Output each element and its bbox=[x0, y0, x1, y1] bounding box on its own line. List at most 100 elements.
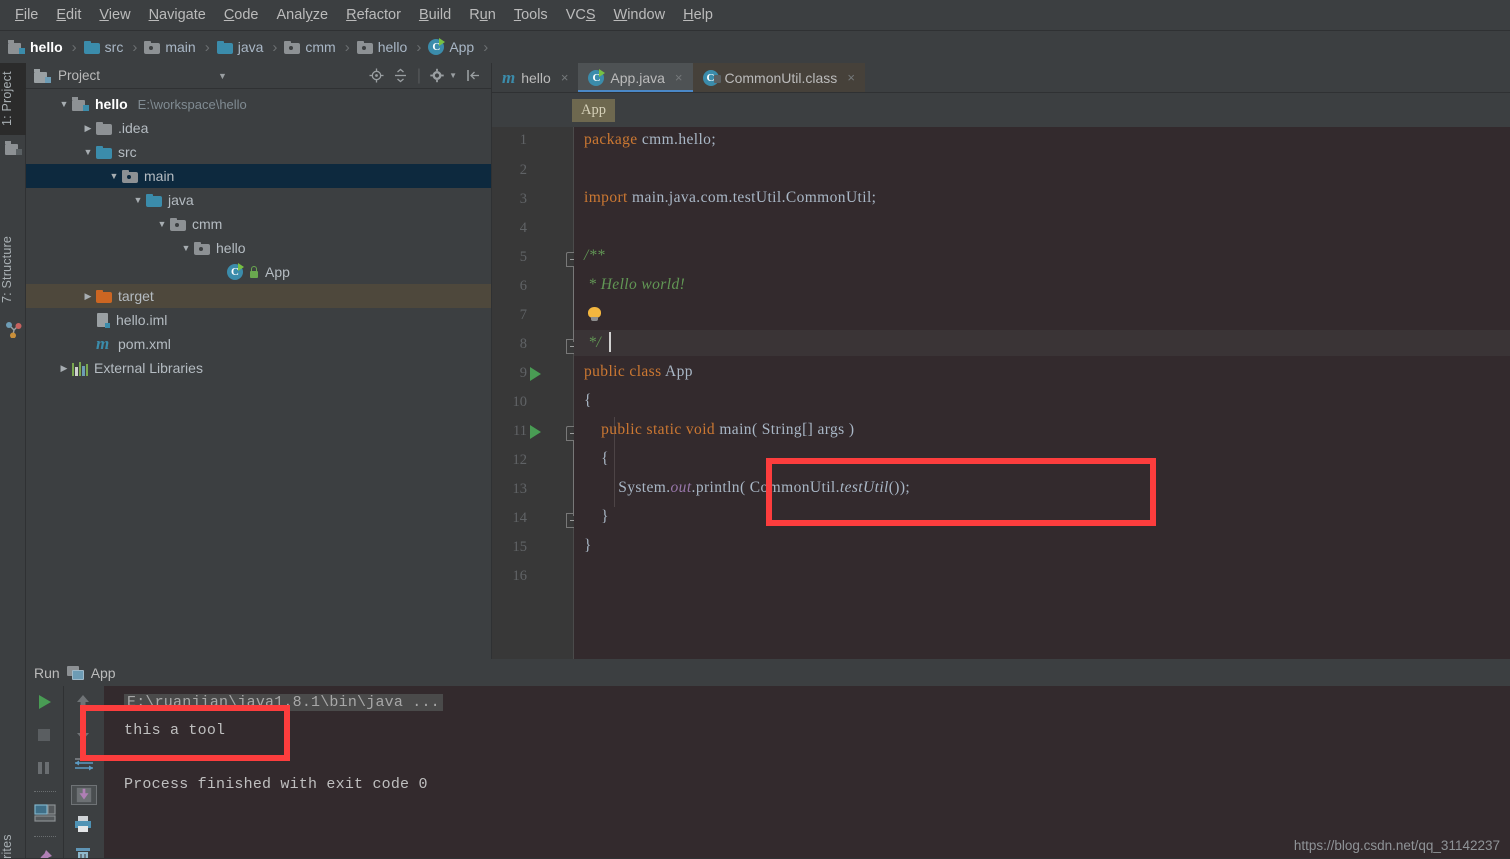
menu-navigate[interactable]: Navigate bbox=[140, 3, 215, 27]
code-editor[interactable]: 1 2 3 4 5 6 7 8 9 10 11 12 13 14 15 16 p… bbox=[492, 127, 1510, 659]
tree-row-java[interactable]: ▼ java bbox=[26, 188, 491, 212]
close-icon[interactable]: × bbox=[675, 70, 683, 85]
layout-icon[interactable] bbox=[33, 803, 56, 825]
scroll-up-icon[interactable] bbox=[73, 692, 95, 714]
settings-gear-icon[interactable] bbox=[430, 68, 445, 83]
breadcrumb-separator: › bbox=[132, 38, 138, 56]
expand-arrow-icon[interactable]: ▼ bbox=[80, 147, 96, 157]
folder-gray-icon bbox=[194, 241, 210, 255]
close-icon[interactable]: × bbox=[561, 70, 569, 85]
tree-item-label: cmm bbox=[192, 216, 223, 232]
print-icon[interactable] bbox=[73, 814, 95, 836]
code-line-9: public class App bbox=[584, 363, 693, 380]
breadcrumb-separator: › bbox=[416, 38, 422, 56]
breadcrumb-item-app[interactable]: C App bbox=[428, 31, 474, 63]
expand-arrow-icon[interactable]: ▶ bbox=[80, 291, 96, 302]
expand-arrow-icon[interactable]: ▼ bbox=[130, 195, 146, 205]
tree-item-label: pom.xml bbox=[118, 336, 171, 352]
tree-row-src[interactable]: ▼ src bbox=[26, 140, 491, 164]
breadcrumb-item-hello-package[interactable]: hello bbox=[356, 31, 407, 63]
intention-bulb-icon[interactable] bbox=[587, 307, 602, 322]
tree-row-idea[interactable]: ▶ .idea bbox=[26, 116, 491, 140]
line-number: 7 bbox=[519, 307, 527, 323]
breadcrumb-item-java[interactable]: java bbox=[216, 31, 263, 63]
stop-icon[interactable] bbox=[34, 725, 56, 747]
editor-tab-commonutil-class[interactable]: C CommonUtil.class × bbox=[692, 63, 865, 92]
project-icon bbox=[5, 141, 22, 155]
menu-help[interactable]: Help bbox=[674, 3, 722, 27]
close-icon[interactable]: × bbox=[847, 70, 855, 85]
menu-run[interactable]: Run bbox=[460, 3, 505, 27]
tree-row-app-class[interactable]: C App bbox=[26, 260, 491, 284]
tree-item-label: hello bbox=[216, 240, 246, 256]
editor-tab-hello[interactable]: m hello × bbox=[492, 63, 579, 92]
tree-row-external-libraries[interactable]: ▶ External Libraries bbox=[26, 356, 491, 380]
scroll-to-end-icon[interactable] bbox=[71, 785, 97, 805]
collapse-all-icon[interactable] bbox=[393, 68, 408, 83]
expand-arrow-icon[interactable]: ▶ bbox=[56, 363, 72, 374]
hide-panel-icon[interactable] bbox=[466, 68, 481, 83]
console-output[interactable]: E:\ruanjian\java1.8.1\bin\java ... this … bbox=[104, 686, 1510, 859]
menu-vcs[interactable]: VCS bbox=[557, 3, 605, 27]
menu-tools[interactable]: Tools bbox=[505, 3, 557, 27]
run-gutter-icon-line11[interactable] bbox=[530, 425, 541, 439]
menu-file[interactable]: File bbox=[6, 3, 47, 27]
menu-window[interactable]: Window bbox=[605, 3, 675, 27]
expand-arrow-icon[interactable]: ▼ bbox=[106, 171, 122, 181]
expand-arrow-icon[interactable]: ▼ bbox=[56, 99, 72, 109]
project-tree: ▼ hello E:\workspace\hello ▶ .idea ▼ src… bbox=[26, 89, 491, 380]
code-line-10: { bbox=[584, 392, 592, 409]
run-configuration-name: App bbox=[90, 664, 116, 681]
breadcrumb-item-hello-module[interactable]: hello bbox=[8, 31, 63, 63]
menu-refactor[interactable]: Refactor bbox=[337, 3, 410, 27]
code-text-area[interactable]: package cmm.hello; import main.java.com.… bbox=[574, 127, 1510, 659]
tree-row-hello-module[interactable]: ▼ hello E:\workspace\hello bbox=[26, 92, 491, 116]
tool-button-favorites[interactable]: 2: Favorites bbox=[0, 823, 26, 859]
breadcrumb-item-cmm[interactable]: cmm bbox=[284, 31, 336, 63]
expand-arrow-icon[interactable]: ▶ bbox=[80, 123, 96, 134]
folder-blue-icon bbox=[216, 40, 233, 54]
expand-arrow-icon[interactable]: ▼ bbox=[154, 219, 170, 229]
clear-all-icon[interactable] bbox=[73, 845, 95, 859]
tree-row-cmm[interactable]: ▼ cmm bbox=[26, 212, 491, 236]
module-icon bbox=[72, 97, 89, 111]
tool-button-project[interactable]: 1: Project bbox=[0, 63, 26, 135]
breadcrumb-separator: › bbox=[204, 38, 210, 56]
code-line-6: * Hello world! bbox=[584, 276, 686, 293]
run-gutter-icon-line9[interactable] bbox=[530, 367, 541, 381]
menu-build[interactable]: Build bbox=[410, 3, 460, 27]
soft-wrap-icon[interactable] bbox=[73, 754, 95, 776]
editor-breadcrumb-chip[interactable]: App bbox=[572, 98, 615, 122]
lock-icon bbox=[249, 266, 259, 278]
menu-code[interactable]: Code bbox=[215, 3, 268, 27]
run-control-toolbar bbox=[26, 686, 64, 859]
code-line-15: } bbox=[584, 537, 592, 554]
scroll-down-icon[interactable] bbox=[73, 723, 95, 745]
tree-row-target[interactable]: ▶ target bbox=[26, 284, 491, 308]
maven-icon: m bbox=[96, 334, 110, 353]
menu-analyze[interactable]: Analyze bbox=[268, 3, 338, 27]
iml-file-icon bbox=[96, 312, 110, 328]
expand-arrow-icon[interactable]: ▼ bbox=[178, 243, 194, 253]
rerun-icon[interactable] bbox=[34, 692, 56, 714]
line-number: 1 bbox=[519, 132, 527, 148]
tree-row-pom-xml[interactable]: ▶ m pom.xml bbox=[26, 332, 491, 356]
chevron-down-icon[interactable]: ▼ bbox=[449, 71, 457, 80]
chevron-down-icon[interactable]: ▼ bbox=[218, 71, 227, 81]
editor-gutter[interactable]: 1 2 3 4 5 6 7 8 9 10 11 12 13 14 15 16 bbox=[492, 127, 581, 659]
java-class-locked-icon: C bbox=[702, 69, 721, 86]
tree-row-hello-package[interactable]: ▼ hello bbox=[26, 236, 491, 260]
pause-icon[interactable] bbox=[34, 758, 56, 780]
menu-view[interactable]: View bbox=[90, 3, 139, 27]
run-tool-window-header: Run App bbox=[26, 659, 1510, 686]
code-line-14: } bbox=[584, 508, 609, 525]
breadcrumb-item-main[interactable]: main bbox=[144, 31, 196, 63]
editor-tab-app-java[interactable]: C App.java × bbox=[578, 63, 693, 92]
tree-row-hello-iml[interactable]: ▶ hello.iml bbox=[26, 308, 491, 332]
tree-item-label: External Libraries bbox=[94, 360, 203, 376]
tool-button-structure[interactable]: 7: Structure bbox=[0, 223, 26, 315]
menu-edit[interactable]: Edit bbox=[47, 3, 90, 27]
tree-row-main[interactable]: ▼ main bbox=[26, 164, 491, 188]
locate-icon[interactable] bbox=[369, 68, 384, 83]
breadcrumb-item-src[interactable]: src bbox=[83, 31, 123, 63]
